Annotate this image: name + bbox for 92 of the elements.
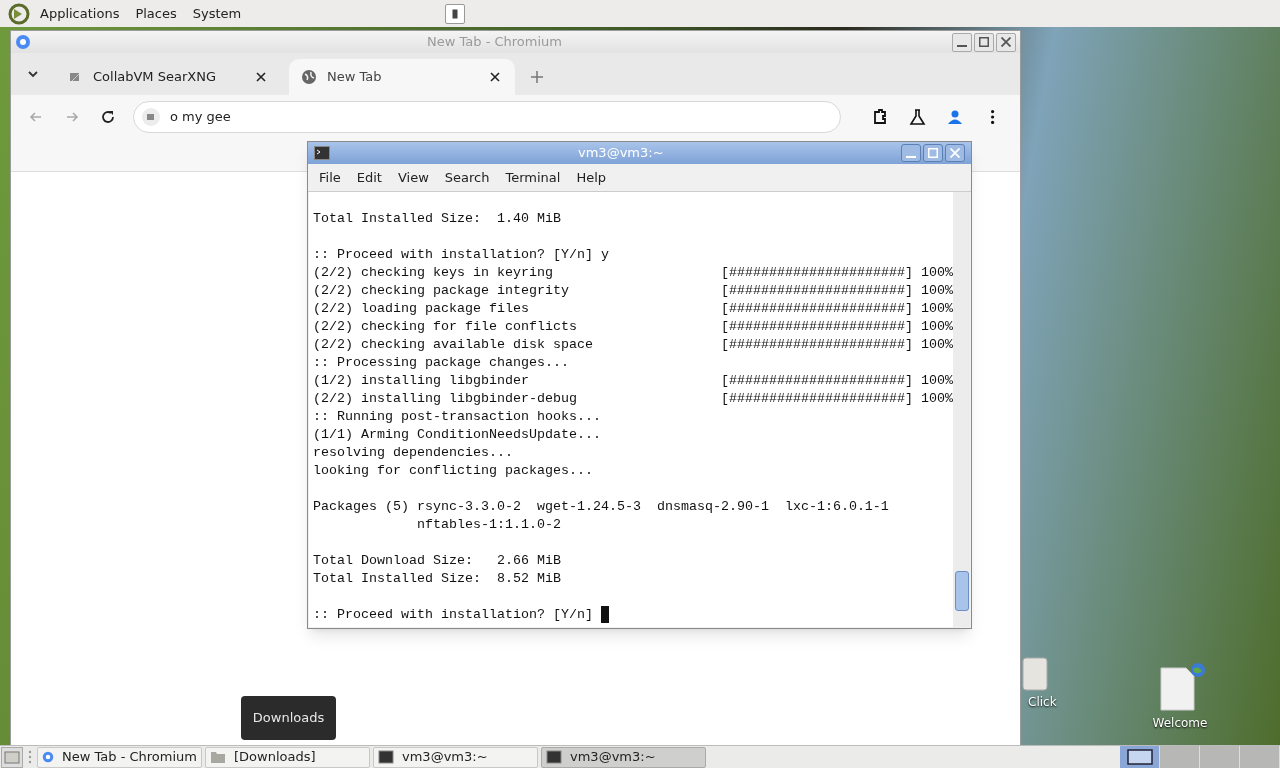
taskbar-button[interactable]: [Downloads] bbox=[205, 746, 370, 768]
desktop-icon-label[interactable]: Welcome bbox=[1152, 714, 1208, 732]
desktop-icon bbox=[4, 750, 20, 764]
taskbar-button[interactable]: vm3@vm3:~ bbox=[373, 746, 538, 768]
terminal-line: resolving dependencies... bbox=[313, 444, 513, 462]
terminal-line: :: Running post-transaction hooks... bbox=[313, 408, 601, 426]
terminal-line: :: Processing package changes... bbox=[313, 354, 569, 372]
chromium-logo-icon bbox=[15, 34, 31, 50]
terminal-line: (2/2) checking keys in keyring bbox=[313, 264, 554, 282]
terminal-line: Packages (5) rsync-3.3.0-2 wget-1.24.5-3 dnsmasq-2.90-1 lxc-1:6.0.1-1 bbox=[313, 498, 889, 516]
flask-icon bbox=[908, 108, 926, 126]
plus-icon bbox=[531, 71, 543, 83]
browser-tab[interactable]: CollabVM SearXNG bbox=[55, 59, 281, 95]
percent-text: 100% bbox=[920, 390, 953, 408]
progress-bar-text: [######################] bbox=[721, 390, 913, 408]
terminal-line: Total Installed Size: 1.40 MiB bbox=[313, 210, 561, 228]
reload-icon bbox=[100, 109, 116, 125]
distro-logo-icon bbox=[8, 2, 30, 25]
percent-text: 100% bbox=[920, 318, 953, 336]
panel-menu[interactable]: Places bbox=[129, 1, 183, 26]
minimize-icon bbox=[906, 156, 916, 158]
minimize-icon bbox=[957, 45, 967, 47]
close-button[interactable] bbox=[945, 144, 965, 162]
menu-item[interactable]: View bbox=[390, 165, 436, 190]
terminal-line: (1/2) installing libgbinder bbox=[313, 372, 530, 390]
drag-handle-icon bbox=[28, 749, 32, 765]
close-button[interactable] bbox=[996, 32, 1016, 52]
terminal-line: (2/2) loading package files bbox=[313, 300, 530, 318]
drive-icon bbox=[1022, 657, 1048, 691]
tooltip: Downloads bbox=[241, 696, 336, 740]
maximize-button[interactable] bbox=[974, 32, 994, 52]
taskbar-button[interactable]: New Tab - Chromium bbox=[37, 746, 202, 768]
percent-text: 100% bbox=[920, 372, 953, 390]
percent-text: 100% bbox=[920, 264, 953, 282]
minimize-button[interactable] bbox=[901, 144, 921, 162]
progress-bar-text: [######################] bbox=[721, 300, 913, 318]
terminal-line: nftables-1:1.1.0-2 bbox=[415, 516, 561, 534]
close-icon bbox=[1001, 37, 1011, 47]
terminal-line: Total Installed Size: 8.52 MiB bbox=[313, 570, 561, 588]
percent-text: 100% bbox=[920, 300, 953, 318]
window-title: vm3@vm3:~ bbox=[578, 144, 664, 163]
window-title: New Tab - Chromium bbox=[427, 33, 562, 52]
tab-title: CollabVM SearXNG bbox=[93, 68, 217, 87]
percent-text: 100% bbox=[920, 336, 953, 354]
progress-bar-text: [######################] bbox=[721, 318, 913, 336]
panel-menu[interactable]: System bbox=[186, 1, 248, 26]
site-favicon-icon bbox=[142, 108, 160, 126]
menu-icon bbox=[991, 110, 995, 124]
phone-icon bbox=[452, 8, 459, 19]
window-thumbnail-icon bbox=[1124, 748, 1155, 766]
menu-item[interactable]: File bbox=[312, 165, 348, 190]
person-icon bbox=[946, 108, 964, 126]
menu-item[interactable]: Help bbox=[569, 165, 614, 190]
tab-title: New Tab bbox=[327, 68, 383, 87]
panel-menu[interactable]: Applications bbox=[34, 1, 126, 26]
terminal-line: :: Proceed with installation? [Y/n] y bbox=[313, 246, 609, 264]
close-icon bbox=[490, 72, 500, 82]
terminal-icon bbox=[546, 749, 562, 765]
browser-tab[interactable]: New Tab bbox=[289, 59, 515, 95]
progress-bar-text: [######################] bbox=[721, 372, 913, 390]
chevron-down-icon bbox=[27, 68, 39, 80]
progress-bar-text: [######################] bbox=[721, 264, 913, 282]
terminal-line: looking for conflicting packages... bbox=[313, 462, 593, 480]
terminal-line: (2/2) checking available disk space bbox=[313, 336, 594, 354]
progress-bar-text: [######################] bbox=[721, 336, 913, 354]
chromium-logo-icon bbox=[42, 749, 55, 765]
maximize-button[interactable] bbox=[923, 144, 943, 162]
minimize-button[interactable] bbox=[952, 32, 972, 52]
close-icon bbox=[950, 148, 960, 158]
terminal-icon bbox=[314, 146, 330, 160]
percent-text: 100% bbox=[920, 282, 953, 300]
menu-item[interactable]: Edit bbox=[349, 165, 389, 190]
progress-bar-text: [######################] bbox=[721, 282, 913, 300]
taskbar-button[interactable]: vm3@vm3:~ bbox=[541, 746, 706, 768]
scrollbar[interactable] bbox=[952, 192, 970, 627]
workspace-button[interactable] bbox=[1120, 745, 1160, 768]
folder-icon bbox=[210, 749, 226, 765]
menu-item[interactable]: Terminal bbox=[498, 165, 568, 190]
terminal-line: (1/1) Arming ConditionNeedsUpdate... bbox=[313, 426, 601, 444]
maximize-icon bbox=[928, 148, 938, 158]
panel-launcher-button[interactable] bbox=[445, 3, 466, 24]
address-bar[interactable]: o my gee bbox=[133, 101, 841, 133]
terminal-line: (2/2) installing libgbinder-debug bbox=[313, 390, 578, 408]
maximize-icon bbox=[979, 37, 989, 47]
terminal-line: (2/2) checking package integrity bbox=[313, 282, 570, 300]
menu-item[interactable]: Search bbox=[437, 165, 497, 190]
terminal-icon bbox=[378, 749, 394, 765]
terminal-line: (2/2) checking for file conflicts bbox=[313, 318, 578, 336]
terminal-line: Total Download Size: 2.66 MiB bbox=[313, 552, 561, 570]
globe-icon bbox=[301, 69, 317, 85]
close-icon bbox=[256, 72, 266, 82]
terminal-line: :: Proceed with installation? [Y/n] bbox=[313, 606, 594, 624]
